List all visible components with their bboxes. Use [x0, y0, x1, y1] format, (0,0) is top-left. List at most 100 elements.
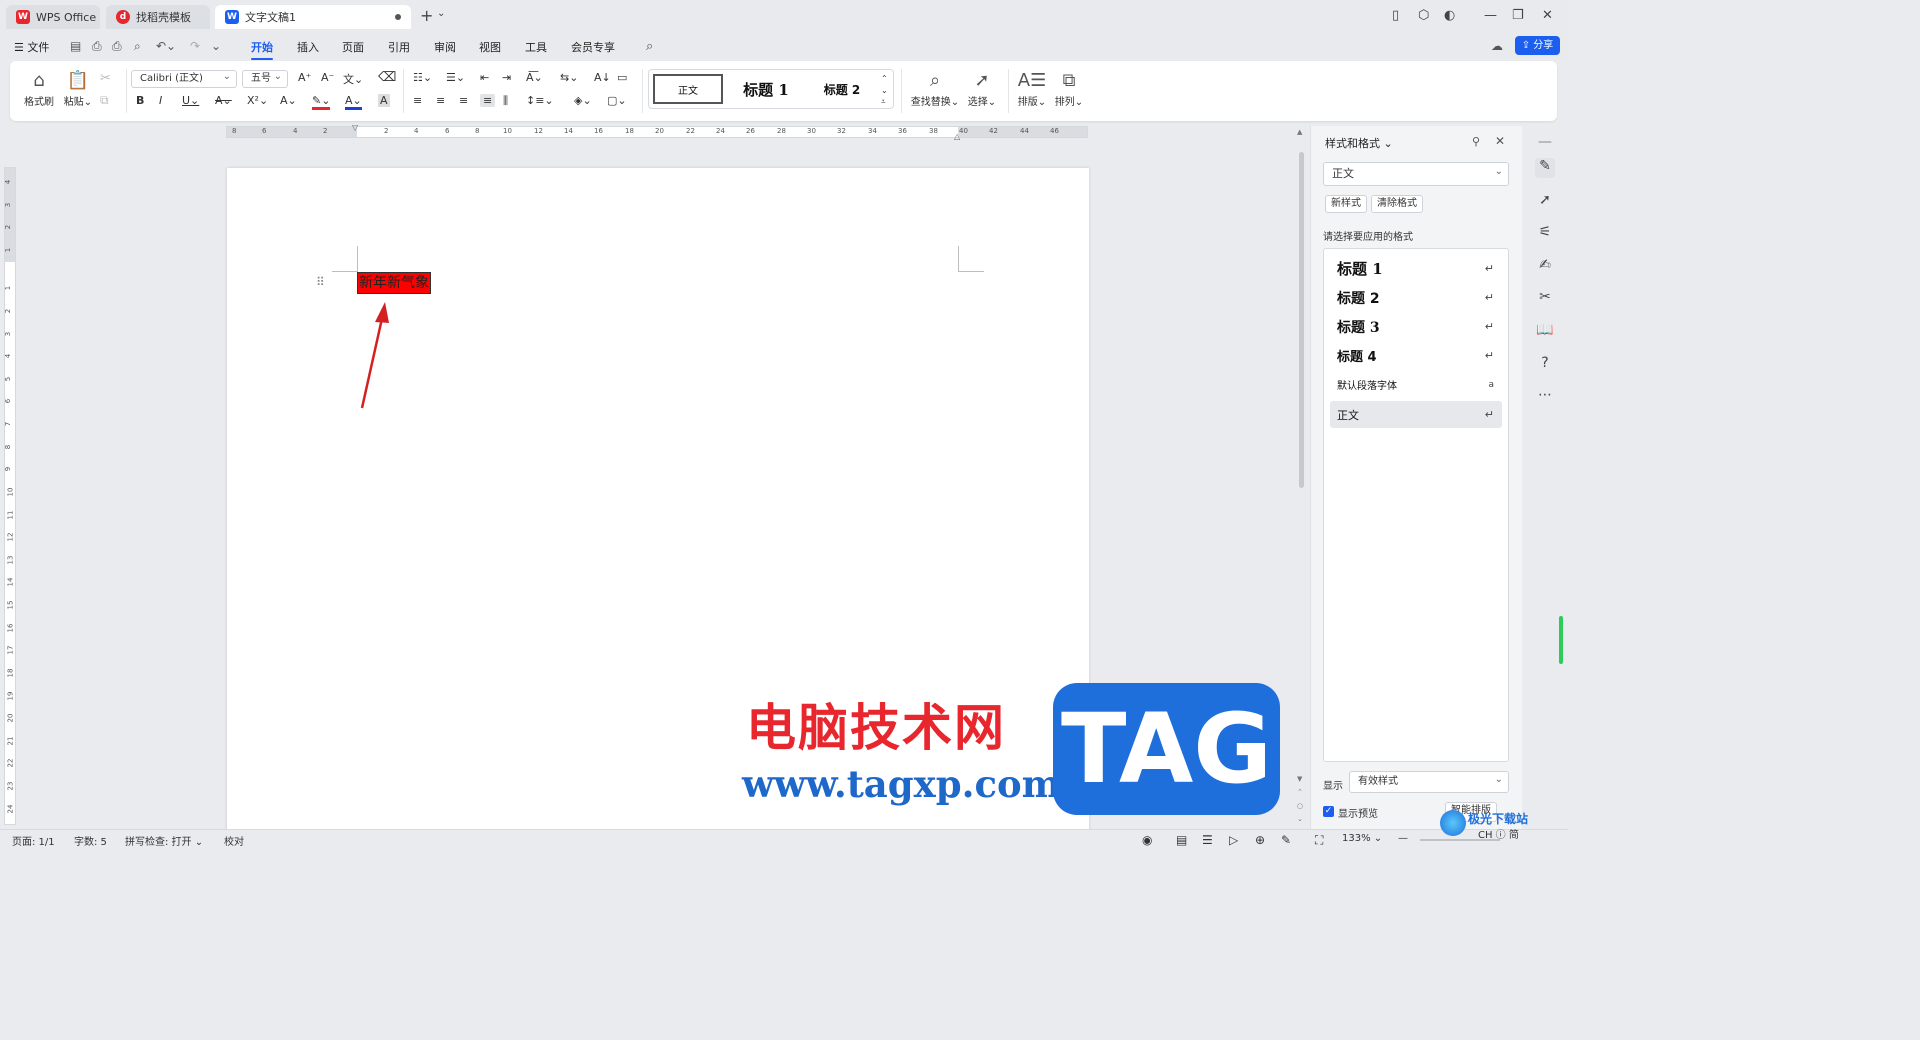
word-count[interactable]: 字数: 5: [74, 833, 107, 848]
tab-page[interactable]: 页面: [342, 39, 364, 55]
grow-font-icon[interactable]: A⁺: [298, 71, 311, 84]
scrollbar-thumb[interactable]: [1299, 152, 1304, 488]
tab-references[interactable]: 引用: [388, 39, 410, 55]
style-item-heading-4[interactable]: 标题 4 ↵: [1330, 342, 1502, 369]
find-replace-button[interactable]: ⌕ 查找替换⌄: [910, 69, 960, 108]
file-menu[interactable]: ☰ 文件: [14, 39, 49, 55]
spell-check-toggle[interactable]: 拼写检查: 打开 ⌄: [125, 833, 203, 848]
font-name-select[interactable]: Calibri (正文): [131, 69, 237, 88]
save-icon[interactable]: ▤: [70, 39, 81, 53]
shading-icon[interactable]: ◈⌄: [574, 94, 592, 107]
help-icon[interactable]: ?: [1535, 355, 1555, 375]
gallery-down-icon[interactable]: ⌄: [881, 86, 888, 95]
tab-list-chevron-icon[interactable]: ⌄: [437, 8, 445, 19]
style-item-heading-3[interactable]: 标题 3 ↵: [1330, 313, 1502, 340]
export-pdf-icon[interactable]: ⎙: [92, 39, 102, 54]
book-icon[interactable]: 📖: [1535, 322, 1555, 342]
panel-close-icon[interactable]: ✕: [1495, 134, 1505, 148]
sort-icon[interactable]: A↓: [594, 71, 611, 84]
borders-icon[interactable]: ▢⌄: [607, 94, 627, 107]
distribute-icon[interactable]: ⫼: [503, 94, 508, 108]
font-size-select[interactable]: 五号: [242, 69, 288, 88]
preview-checkbox[interactable]: ✓: [1323, 806, 1334, 817]
print-icon[interactable]: ⎙: [112, 39, 122, 54]
show-marks-icon[interactable]: ▭: [617, 71, 627, 84]
justify-icon[interactable]: ≡: [480, 94, 496, 107]
paragraph-drag-handle-icon[interactable]: ⠿: [316, 275, 325, 289]
underline-icon[interactable]: U⌄: [182, 94, 199, 107]
page-view-icon[interactable]: ▤: [1176, 833, 1187, 847]
more-chevron-icon[interactable]: ⌄: [211, 39, 221, 53]
gallery-up-icon[interactable]: ⌃: [881, 74, 888, 83]
tab-review[interactable]: 审阅: [434, 39, 456, 55]
search-icon[interactable]: ⌕: [646, 39, 653, 54]
scroll-down-icon[interactable]: ▼: [1297, 775, 1302, 783]
style-normal[interactable]: 正文: [653, 74, 723, 104]
cube-icon[interactable]: ⬡: [1418, 8, 1429, 23]
tab-wps-office[interactable]: W WPS Office: [6, 5, 100, 29]
indent-marker-icon[interactable]: ▽: [352, 123, 358, 132]
pen-doc-icon[interactable]: ✍: [1535, 257, 1555, 277]
decrease-indent-icon[interactable]: ⇤: [480, 71, 489, 84]
right-indent-marker-icon[interactable]: △: [954, 132, 960, 141]
align-center-icon[interactable]: ≡: [436, 94, 445, 107]
close-icon[interactable]: ✕: [1542, 8, 1553, 23]
prev-page-icon[interactable]: ⌃: [1297, 788, 1303, 796]
tab-docer-templates[interactable]: d 找稻壳模板: [106, 5, 210, 29]
font-color-icon[interactable]: A⌄: [345, 94, 362, 110]
numbered-list-icon[interactable]: ☰⌄: [446, 71, 465, 84]
panel-title[interactable]: 样式和格式 ⌄: [1325, 135, 1393, 151]
tab-document[interactable]: W 文字文稿1: [215, 5, 411, 29]
select-button[interactable]: ➚ 选择⌄: [964, 69, 1000, 108]
new-style-button[interactable]: 新样式: [1325, 195, 1367, 213]
current-style-select[interactable]: 正文: [1323, 161, 1509, 186]
play-icon[interactable]: ▷: [1229, 833, 1238, 847]
align-right-icon[interactable]: ≡: [459, 94, 468, 107]
layout-button[interactable]: A☰ 排版⌄: [1014, 69, 1050, 108]
copy-icon[interactable]: ⧉: [100, 93, 109, 108]
format-painter-button[interactable]: ⌂ 格式刷: [19, 69, 59, 108]
shrink-font-icon[interactable]: A⁻: [321, 71, 334, 84]
web-view-icon[interactable]: ⊕: [1255, 833, 1265, 847]
minimize-icon[interactable]: —: [1484, 8, 1497, 23]
italic-icon[interactable]: I: [159, 94, 162, 107]
eye-protect-icon[interactable]: ◉: [1142, 833, 1152, 847]
style-item-heading-1[interactable]: 标题 1 ↵: [1330, 255, 1502, 282]
collapse-icon[interactable]: —: [1535, 134, 1555, 154]
cut-icon[interactable]: ✂: [100, 71, 111, 86]
print-preview-icon[interactable]: ⌕: [134, 39, 141, 54]
tab-member[interactable]: 会员专享: [571, 39, 615, 55]
zoom-select[interactable]: 133% ⌄: [1342, 833, 1382, 844]
pin-icon[interactable]: ⚲: [1472, 135, 1480, 148]
document-text[interactable]: 新年新气象: [357, 272, 431, 294]
share-button[interactable]: ⇪ 分享: [1515, 36, 1560, 55]
char-shading-icon[interactable]: A: [378, 94, 390, 107]
undo-icon[interactable]: ↶⌄: [156, 39, 176, 53]
arrange-button[interactable]: ⧉ 排列⌄: [1051, 69, 1087, 108]
next-page-icon[interactable]: ⌄: [1297, 815, 1303, 823]
layout-icon[interactable]: ▯: [1392, 8, 1399, 23]
clear-format-button[interactable]: 清除格式: [1371, 195, 1423, 213]
swap-icon[interactable]: ⇆⌄: [560, 71, 578, 84]
tools-icon[interactable]: ✂: [1535, 289, 1555, 309]
style-item-default-font[interactable]: 默认段落字体 a: [1330, 371, 1502, 398]
phonetic-icon[interactable]: 文⌄: [343, 71, 363, 87]
style-item-heading-2[interactable]: 标题 2 ↵: [1330, 284, 1502, 311]
tab-insert[interactable]: 插入: [297, 39, 319, 55]
paste-button[interactable]: 📋 粘贴⌄: [58, 69, 98, 108]
style-heading-1[interactable]: 标题 1: [729, 74, 803, 104]
restore-icon[interactable]: ❐: [1512, 8, 1524, 23]
scroll-up-icon[interactable]: ▲: [1297, 128, 1302, 136]
tab-home[interactable]: 开始: [251, 39, 273, 60]
style-pen-icon[interactable]: ✎: [1535, 158, 1555, 178]
cloud-icon[interactable]: ☁: [1491, 39, 1503, 53]
redo-icon[interactable]: ↷: [190, 39, 200, 53]
select-cursor-icon[interactable]: ➚: [1535, 192, 1555, 212]
tab-tools[interactable]: 工具: [525, 39, 547, 55]
bullet-list-icon[interactable]: ☷⌄: [413, 71, 432, 84]
new-tab-button[interactable]: +: [420, 6, 433, 25]
more-icon[interactable]: ⋯: [1535, 387, 1555, 407]
eraser-icon[interactable]: ⌫: [378, 70, 396, 85]
proofread-button[interactable]: 校对: [224, 833, 244, 848]
zoom-out-icon[interactable]: —: [1398, 833, 1408, 844]
